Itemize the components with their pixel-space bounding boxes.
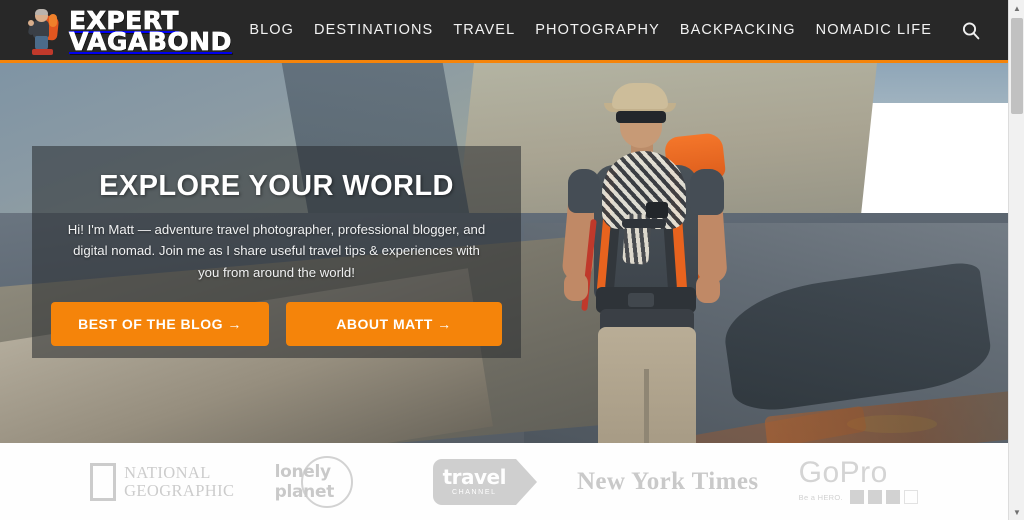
- travel-channel-label: travel: [442, 465, 507, 489]
- browser-page: EXPERT VAGABOND BLOG DESTINATIONS TRAVEL…: [0, 0, 1024, 520]
- press-logo-lonely-planet[interactable]: lonely planet: [274, 455, 393, 508]
- site-header: EXPERT VAGABOND BLOG DESTINATIONS TRAVEL…: [0, 0, 1008, 62]
- hero-cta-group: BEST OF THE BLOG → ABOUT MATT →: [32, 302, 521, 347]
- header-accent-bar: [0, 60, 1008, 63]
- hero-subtitle: Hi! I'm Matt — adventure travel photogra…: [67, 222, 486, 280]
- hero-content-panel: EXPLORE YOUR WORLD Hi! I'm Matt — advent…: [32, 146, 521, 358]
- gopro-square-icon: [849, 490, 864, 505]
- page-viewport: EXPERT VAGABOND BLOG DESTINATIONS TRAVEL…: [0, 0, 1008, 520]
- gopro-label: GoPro: [798, 455, 888, 489]
- nav-item-travel[interactable]: TRAVEL: [443, 22, 525, 38]
- scrollbar-thumb[interactable]: [1011, 18, 1023, 114]
- natgeo-line-1: NATIONAL: [124, 463, 211, 483]
- page-scrollbar[interactable]: ▲ ▼: [1008, 0, 1024, 520]
- lonely-planet-label: lonely planet: [274, 461, 335, 502]
- nav-item-nomadic-life[interactable]: NOMADIC LIFE: [806, 22, 942, 38]
- nav-item-destinations[interactable]: DESTINATIONS: [304, 22, 443, 38]
- gopro-square-icon: [903, 490, 918, 505]
- search-icon[interactable]: [960, 20, 982, 42]
- about-matt-button[interactable]: ABOUT MATT →: [286, 302, 502, 347]
- gopro-square-icon: [867, 490, 882, 505]
- logo-line-2: VAGABOND: [69, 27, 232, 56]
- nav-item-backpacking[interactable]: BACKPACKING: [670, 22, 806, 38]
- press-logo-gopro[interactable]: GoPro Be a HERO.: [798, 455, 918, 505]
- travel-channel-arrow-icon: [515, 458, 537, 505]
- press-logo-travel-channel[interactable]: travel CHANNEL: [432, 458, 537, 505]
- hero-section: EXPLORE YOUR WORLD Hi! I'm Matt — advent…: [0, 63, 1008, 443]
- press-logo-new-york-times[interactable]: New York Times: [577, 468, 759, 496]
- press-logo-strip: NATIONAL GEOGRAPHIC lonely planet travel…: [0, 443, 1008, 520]
- travel-channel-sublabel: CHANNEL: [451, 489, 497, 496]
- national-geographic-rectangle-icon: [90, 462, 117, 501]
- hero-title: EXPLORE YOUR WORLD: [99, 170, 454, 202]
- best-of-the-blog-button[interactable]: BEST OF THE BLOG →: [51, 302, 269, 347]
- new-york-times-label: New York Times: [576, 467, 759, 495]
- scroll-up-arrow-icon[interactable]: ▲: [1009, 0, 1024, 16]
- press-logo-national-geographic[interactable]: NATIONAL GEOGRAPHIC: [90, 462, 235, 501]
- main-navigation: BLOG DESTINATIONS TRAVEL PHOTOGRAPHY BAC…: [239, 0, 942, 60]
- nav-item-blog[interactable]: BLOG: [239, 22, 304, 38]
- gopro-square-icon: [885, 490, 900, 505]
- site-logo[interactable]: EXPERT VAGABOND: [24, 4, 232, 58]
- scroll-down-arrow-icon[interactable]: ▼: [1009, 504, 1024, 520]
- hiker-figure: [528, 69, 758, 443]
- gopro-tagline: Be a HERO.: [798, 492, 843, 502]
- nav-item-photography[interactable]: PHOTOGRAPHY: [525, 22, 670, 38]
- backpacker-mascot-icon: [24, 5, 64, 57]
- site-logo-text: EXPERT VAGABOND: [69, 8, 232, 56]
- natgeo-line-2: GEOGRAPHIC: [124, 480, 235, 500]
